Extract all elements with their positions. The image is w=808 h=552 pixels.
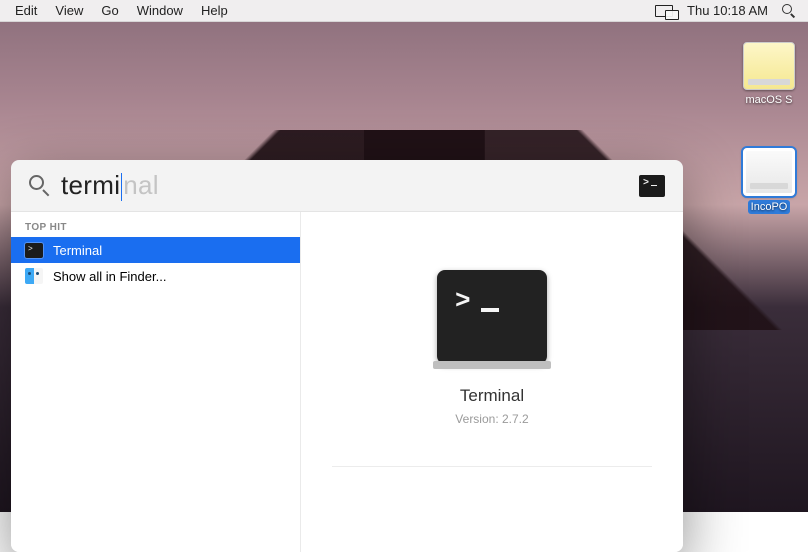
drive-label: macOS S <box>738 94 800 106</box>
result-terminal[interactable]: Terminal <box>11 237 300 263</box>
menu-help[interactable]: Help <box>192 0 237 22</box>
spotlight-body: TOP HIT Terminal Show all in Finder... T… <box>11 212 683 552</box>
system-menubar: Edit View Go Window Help Thu 10:18 AM <box>0 0 808 22</box>
desktop-wallpaper: Edit View Go Window Help Thu 10:18 AM ma… <box>0 0 808 512</box>
drive-icon <box>743 148 795 196</box>
spotlight-search-input[interactable]: terminal <box>61 170 629 201</box>
drive-label: IncoPO <box>748 200 791 214</box>
spotlight-menu-icon[interactable] <box>775 4 802 17</box>
menu-window[interactable]: Window <box>128 0 192 22</box>
menu-view[interactable]: View <box>46 0 92 22</box>
preview-title: Terminal <box>460 386 524 406</box>
preview-divider <box>332 466 653 467</box>
terminal-icon <box>25 243 43 258</box>
results-section-header: TOP HIT <box>11 216 300 237</box>
menu-go[interactable]: Go <box>92 0 127 22</box>
spotlight-search-row: terminal <box>11 160 683 212</box>
result-label: Terminal <box>53 243 102 258</box>
airplay-menu-icon[interactable] <box>648 5 680 17</box>
spotlight-window: terminal TOP HIT Terminal Show all in Fi… <box>11 160 683 552</box>
preview-app-icon <box>437 270 547 364</box>
search-autocomplete-suffix: nal <box>123 170 159 200</box>
spotlight-results-list: TOP HIT Terminal Show all in Finder... <box>11 212 301 552</box>
search-icon <box>29 175 51 197</box>
menubar-clock[interactable]: Thu 10:18 AM <box>680 3 775 18</box>
spotlight-preview-pane: Terminal Version2.7.2 <box>301 212 683 552</box>
search-typed-text: termi <box>61 170 120 200</box>
top-hit-thumbnail-icon <box>639 175 665 197</box>
drive-icon <box>743 42 795 90</box>
finder-icon <box>25 268 43 284</box>
desktop-volume-2[interactable]: IncoPO <box>738 148 800 214</box>
preview-version: Version2.7.2 <box>455 412 528 426</box>
result-show-all-in-finder[interactable]: Show all in Finder... <box>11 263 300 289</box>
result-label: Show all in Finder... <box>53 269 166 284</box>
menu-edit[interactable]: Edit <box>6 0 46 22</box>
desktop-volume-1[interactable]: macOS S <box>738 42 800 106</box>
